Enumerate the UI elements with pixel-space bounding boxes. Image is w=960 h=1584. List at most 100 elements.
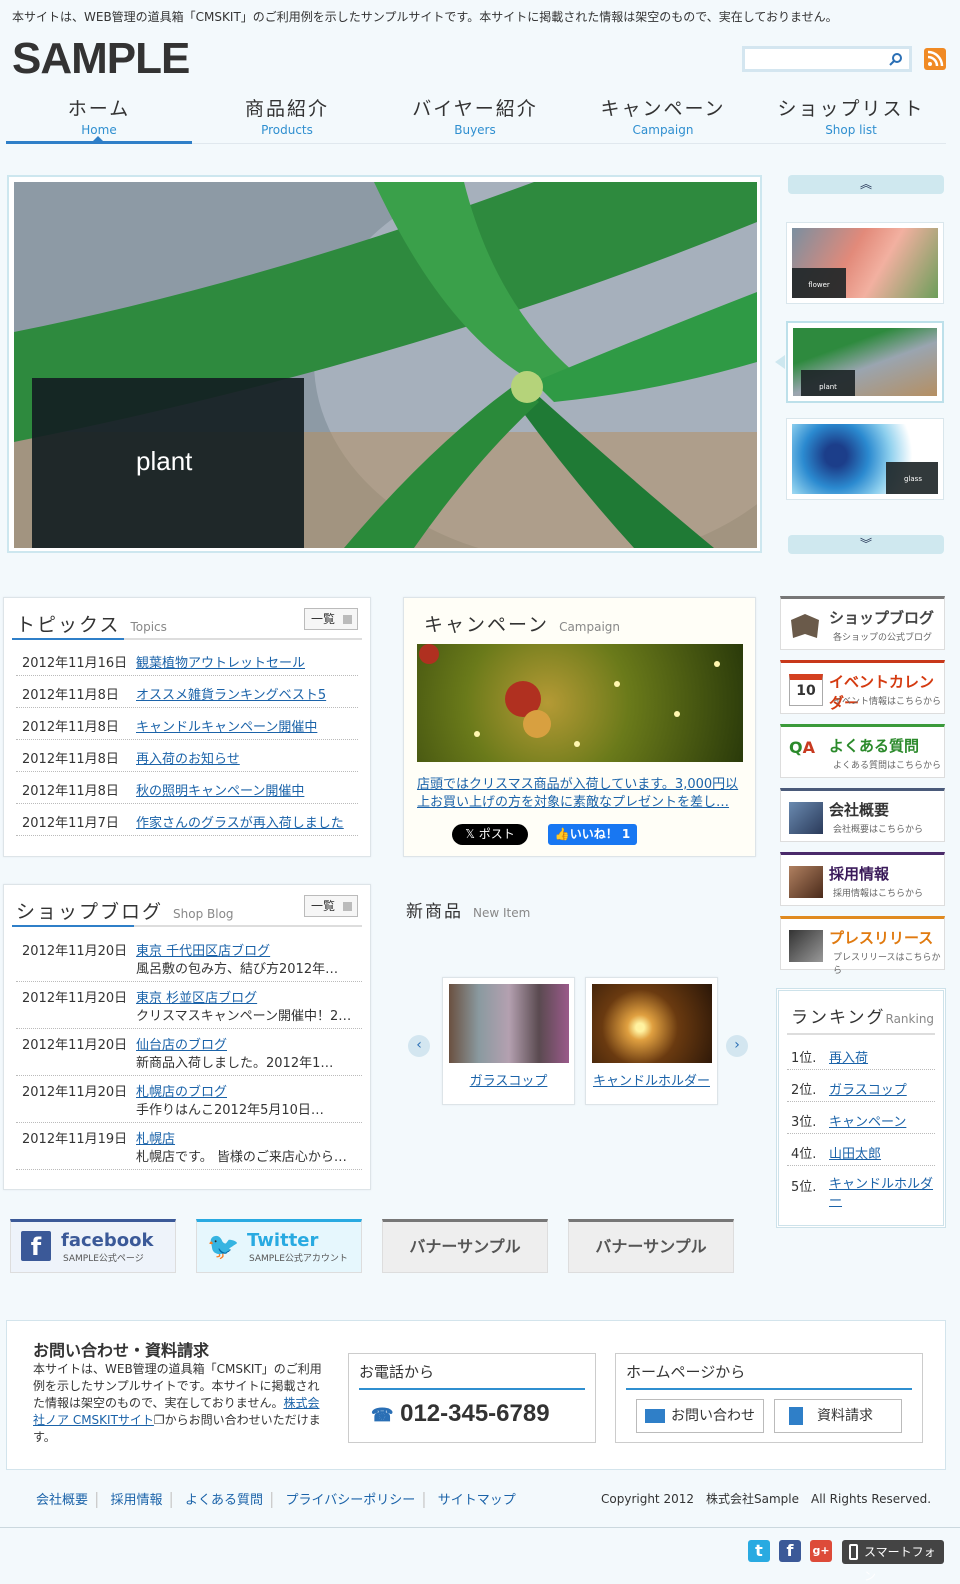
- phone-title: お電話から: [359, 1361, 585, 1390]
- sample-banner[interactable]: バナーサンプル: [568, 1219, 734, 1273]
- more-label: 一覧: [311, 612, 336, 626]
- nav-sublabel: Products: [261, 123, 313, 137]
- blog-more-button[interactable]: 一覧: [304, 895, 358, 917]
- nav-campaign[interactable]: キャンペーン Campaign: [570, 92, 756, 137]
- side-banner-recruit[interactable]: 採用情報 採用情報はこちらから: [780, 852, 945, 906]
- x-post-button[interactable]: 𝕏 ポスト: [452, 824, 528, 845]
- rank-number: 1位.: [791, 1051, 817, 1066]
- product-link[interactable]: ガラスコップ: [443, 1070, 574, 1089]
- campaign-image[interactable]: [417, 644, 743, 762]
- product-link[interactable]: キャンドルホルダー: [586, 1070, 717, 1089]
- topic-row: 2012年11月8日 秋の照明キャンペーン開催中: [16, 772, 358, 804]
- nav-buyers[interactable]: バイヤー紹介 Buyers: [382, 92, 568, 137]
- search-icon[interactable]: [889, 52, 903, 66]
- smartphone-button[interactable]: スマートフォン: [842, 1540, 944, 1583]
- nav-home[interactable]: ホーム Home: [6, 92, 192, 144]
- next-arrow-icon[interactable]: ›: [726, 1035, 748, 1057]
- newitem-card[interactable]: キャンドルホルダー: [585, 977, 718, 1105]
- document-request-button[interactable]: 資料請求: [774, 1399, 902, 1433]
- blog-excerpt: 風呂敷の包み方、結び方2012年…: [136, 962, 339, 977]
- side-banner-faq[interactable]: QA よくある質問 よくある質問はこちらから: [780, 724, 945, 778]
- more-label: 一覧: [311, 899, 336, 913]
- facebook-like-button[interactable]: 👍いいね！ 1: [548, 824, 637, 845]
- footer-link-faq[interactable]: よくある質問: [185, 1493, 263, 1508]
- twitter-icon[interactable]: t: [748, 1540, 770, 1562]
- footer-link-privacy[interactable]: プライバシーポリシー: [286, 1493, 416, 1508]
- ranking-title: ランキング: [791, 1008, 886, 1028]
- banner-subtitle: 採用情報はこちらから: [833, 889, 924, 899]
- inquiry-button[interactable]: お問い合わせ: [636, 1399, 764, 1433]
- banner-subtitle: SAMPLE公式アカウント: [249, 1254, 348, 1264]
- rss-icon[interactable]: [924, 48, 946, 70]
- ranking-link[interactable]: ガラスコップ: [829, 1079, 907, 1098]
- thumb-down-button[interactable]: ︾: [788, 535, 944, 554]
- topic-link[interactable]: キャンドルキャンペーン開催中: [136, 716, 317, 735]
- qa-icon: QA: [789, 738, 815, 757]
- side-banner-press[interactable]: プレスリリース プレスリリースはこちらから: [780, 916, 945, 976]
- topic-date: 2012年11月8日: [22, 784, 119, 799]
- topic-link[interactable]: 秋の照明キャンペーン開催中: [136, 780, 304, 799]
- side-banner-calendar[interactable]: 10 イベントカレンダー イベント情報はこちらから: [780, 660, 945, 714]
- blog-subtitle: Shop Blog: [173, 907, 234, 921]
- campaign-link[interactable]: 店頭ではクリスマス商品が入荷しています。3,000円以上お買い上げの方を対象に素…: [417, 776, 747, 812]
- contact-text-block: 本サイトは、WEB管理の道具箱「CMSKIT」のご利用例を示したサンプルサイトで…: [33, 1361, 329, 1446]
- blog-row: 2012年11月20日 東京 杉並区店ブログ クリスマスキャンペーン開催中！2…: [16, 982, 362, 1029]
- footer-link-sitemap[interactable]: サイトマップ: [438, 1493, 516, 1508]
- ranking-link[interactable]: キャンペーン: [829, 1111, 906, 1130]
- blog-panel: ショップブログ Shop Blog 一覧 2012年11月20日 東京 千代田区店ブ…: [3, 884, 371, 1190]
- footer-link-recruit[interactable]: 採用情報: [111, 1493, 163, 1508]
- blog-link[interactable]: 札幌店: [136, 1128, 175, 1147]
- thumb-label: flower: [792, 268, 846, 298]
- topics-subtitle: Topics: [130, 620, 167, 634]
- topic-link[interactable]: 作家さんのグラスが再入荷しました: [136, 812, 344, 831]
- blog-link[interactable]: 仙台店のブログ: [136, 1034, 227, 1053]
- thumb-flower[interactable]: flower: [786, 222, 944, 304]
- phone-number-row[interactable]: ☎ 012-345-6789: [371, 1400, 550, 1428]
- topic-link[interactable]: 観葉植物アウトレットセール: [136, 652, 305, 671]
- thumb-glass[interactable]: glass: [786, 418, 944, 500]
- divider: [787, 1133, 935, 1134]
- campaign-title: キャンペーン: [424, 614, 550, 636]
- blog-date: 2012年11月19日: [22, 1132, 128, 1147]
- product-image: [592, 984, 712, 1063]
- ranking-link[interactable]: 再入荷: [829, 1047, 868, 1066]
- x-icon: 𝕏: [465, 827, 479, 841]
- blog-link[interactable]: 札幌店のブログ: [136, 1081, 227, 1100]
- ranking-subtitle: Ranking: [885, 1012, 935, 1026]
- topic-date: 2012年11月8日: [22, 720, 119, 735]
- topic-link[interactable]: オススメ雑貨ランキングベスト5: [136, 684, 326, 703]
- topic-row: 2012年11月8日 再入荷のお知らせ: [16, 740, 358, 772]
- side-banner-company[interactable]: 会社概要 会社概要はこちらから: [780, 788, 945, 842]
- banner-subtitle: イベント情報はこちらから: [833, 697, 942, 707]
- divider: [787, 1165, 935, 1166]
- nav-sublabel: Buyers: [454, 123, 496, 137]
- ranking-link[interactable]: キャンドルホルダー: [829, 1176, 933, 1210]
- topic-link[interactable]: 再入荷のお知らせ: [136, 748, 240, 767]
- ranking-item: 3位.: [791, 1111, 816, 1130]
- nav-sublabel: Home: [81, 123, 117, 137]
- footer-divider: [0, 1527, 960, 1528]
- ornament-graphic: [419, 644, 720, 747]
- facebook-icon[interactable]: f: [779, 1540, 801, 1562]
- footer-link-company[interactable]: 会社概要: [36, 1493, 88, 1508]
- side-banner-shopblog[interactable]: ショップブログ 各ショップの公式ブログ: [780, 596, 945, 650]
- newitem-card[interactable]: ガラスコップ: [442, 977, 575, 1105]
- google-plus-icon[interactable]: g+: [810, 1540, 832, 1562]
- nav-label: 商品紹介: [244, 98, 329, 120]
- site-logo[interactable]: SAMPLE: [12, 34, 190, 84]
- thumb-up-button[interactable]: ︽: [788, 175, 944, 194]
- search-box[interactable]: [742, 46, 912, 72]
- nav-products[interactable]: 商品紹介 Products: [194, 92, 380, 137]
- divider: [787, 1069, 935, 1070]
- twitter-banner[interactable]: 🐦 Twitter SAMPLE公式アカウント: [196, 1219, 362, 1273]
- search-input[interactable]: [745, 49, 885, 70]
- prev-arrow-icon[interactable]: ‹: [408, 1035, 430, 1057]
- blog-link[interactable]: 東京 杉並区店ブログ: [136, 987, 257, 1006]
- thumb-plant[interactable]: plant: [786, 321, 944, 403]
- topics-more-button[interactable]: 一覧: [304, 608, 358, 630]
- nav-shoplist[interactable]: ショップリスト Shop list: [758, 92, 944, 137]
- facebook-banner[interactable]: f facebook SAMPLE公式ページ: [10, 1219, 176, 1273]
- blog-link[interactable]: 東京 千代田区店ブログ: [136, 940, 270, 959]
- sample-banner[interactable]: バナーサンプル: [382, 1219, 548, 1273]
- ranking-link[interactable]: 山田太郎: [829, 1143, 881, 1162]
